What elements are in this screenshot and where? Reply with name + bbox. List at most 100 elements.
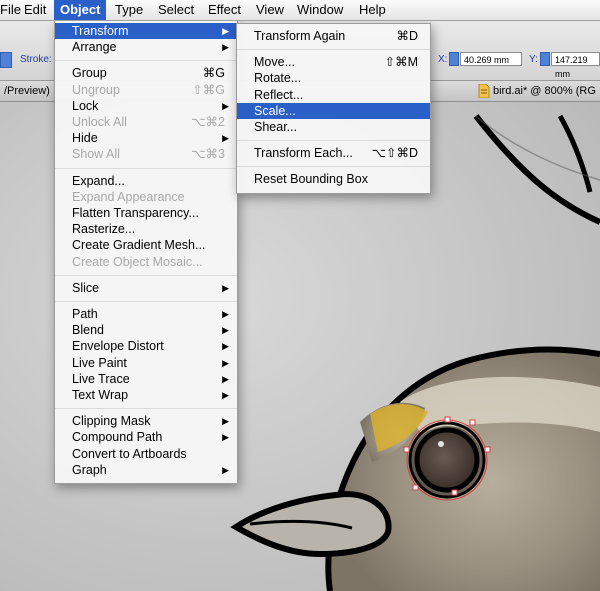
menu-object[interactable]: Object xyxy=(54,0,107,20)
menu-item-label: Path xyxy=(72,307,98,321)
object-menu-item-flatten-transparency[interactable]: Flatten Transparency... xyxy=(55,205,237,221)
menu-item-label: Reset Bounding Box xyxy=(254,172,368,187)
y-spinner-icon[interactable] xyxy=(540,52,550,66)
menu-view[interactable]: View xyxy=(256,0,284,20)
menu-item-shortcut: ⌥⇧⌘D xyxy=(371,146,418,161)
menu-item-label: Create Gradient Mesh... xyxy=(72,238,206,253)
submenu-arrow-icon: ▶ xyxy=(222,357,229,368)
menu-item-label: Rasterize... xyxy=(72,222,136,237)
transform-menu-item-reset-bounding-box[interactable]: Reset Bounding Box xyxy=(237,171,430,187)
menu-item-label: Compound Path xyxy=(72,430,163,445)
menu-separator xyxy=(237,140,430,142)
submenu-arrow-icon: ▶ xyxy=(222,432,229,443)
document-tab-previous[interactable]: /Preview) xyxy=(4,81,50,101)
document-tab-active[interactable]: bird.ai* @ 800% (RG xyxy=(493,81,596,101)
menu-bar: File Edit Object Type Select Effect View… xyxy=(0,0,600,21)
object-menu-item-lock[interactable]: Lock ▶ xyxy=(55,98,237,114)
menu-item-label: Live Trace xyxy=(72,371,130,386)
menu-item-shortcut: ⌘D xyxy=(396,29,418,43)
menu-item-label: Text Wrap xyxy=(72,388,129,402)
menu-separator xyxy=(55,408,237,410)
menu-item-shortcut: ⌥⌘2 xyxy=(191,115,225,129)
transform-menu-item-transform-again[interactable]: Transform Again ⌘D xyxy=(237,28,430,44)
menu-file[interactable]: File xyxy=(0,0,21,20)
object-menu-item-group[interactable]: Group ⌘G xyxy=(55,65,237,81)
menu-item-label: Envelope Distort xyxy=(72,339,164,354)
menu-item-label: Move... xyxy=(254,55,295,70)
menu-item-shortcut: ⇧⌘M xyxy=(384,55,418,70)
submenu-arrow-icon: ▶ xyxy=(222,100,229,111)
stroke-label: Stroke: xyxy=(20,54,52,65)
object-menu-item-live-trace[interactable]: Live Trace ▶ xyxy=(55,371,237,387)
menu-item-label: Shear... xyxy=(254,120,298,134)
object-menu-item-path[interactable]: Path ▶ xyxy=(55,306,237,322)
submenu-arrow-icon: ▶ xyxy=(222,464,229,475)
submenu-arrow-icon: ▶ xyxy=(222,26,229,36)
stroke-swatch-dropdown[interactable] xyxy=(0,52,12,68)
object-menu-item-transform[interactable]: Transform ▶ xyxy=(55,23,237,39)
menu-type[interactable]: Type xyxy=(115,0,143,20)
submenu-arrow-icon: ▶ xyxy=(222,282,229,293)
submenu-arrow-icon: ▶ xyxy=(222,42,229,53)
object-menu: Transform ▶ Arrange ▶ Group ⌘G Ungroup ⇧⌘G Lock ▶… xyxy=(54,20,238,484)
menu-select[interactable]: Select xyxy=(158,0,194,20)
menu-item-label: Expand... xyxy=(72,173,125,188)
menu-item-shortcut: ⌘G xyxy=(202,66,225,81)
menu-item-shortcut: ⌥⌘3 xyxy=(191,147,225,162)
menu-item-label: Transform Again xyxy=(254,29,346,43)
object-menu-item-convert-to-artboards[interactable]: Convert to Artboards xyxy=(55,446,237,462)
menu-item-label: Clipping Mask xyxy=(72,414,151,429)
object-menu-item-show-all: Show All ⌥⌘3 xyxy=(55,146,237,162)
submenu-arrow-icon: ▶ xyxy=(222,373,229,384)
menu-separator xyxy=(237,49,430,51)
menu-separator xyxy=(55,60,237,62)
menu-item-label: Flatten Transparency... xyxy=(72,206,199,220)
transform-menu-item-reflect[interactable]: Reflect... xyxy=(237,87,430,103)
submenu-arrow-icon: ▶ xyxy=(222,133,229,144)
menu-window[interactable]: Window xyxy=(297,0,343,20)
transform-menu-item-transform-each[interactable]: Transform Each... ⌥⇧⌘D xyxy=(237,145,430,161)
menu-separator xyxy=(55,301,237,302)
menu-effect[interactable]: Effect xyxy=(208,0,241,20)
object-menu-item-clipping-mask[interactable]: Clipping Mask ▶ xyxy=(55,413,237,429)
y-label: Y: xyxy=(529,54,538,65)
transform-menu-item-shear[interactable]: Shear... xyxy=(237,119,430,135)
object-menu-item-hide[interactable]: Hide ▶ xyxy=(55,130,237,146)
object-menu-item-unlock-all: Unlock All ⌥⌘2 xyxy=(55,114,237,130)
menu-separator xyxy=(55,167,237,169)
object-menu-item-rasterize[interactable]: Rasterize... xyxy=(55,221,237,237)
object-menu-item-live-paint[interactable]: Live Paint ▶ xyxy=(55,355,237,371)
menu-item-label: Lock xyxy=(72,98,99,113)
object-menu-item-arrange[interactable]: Arrange ▶ xyxy=(55,39,237,55)
transform-menu-item-rotate[interactable]: Rotate... xyxy=(237,70,430,86)
submenu-arrow-icon: ▶ xyxy=(222,416,229,427)
object-menu-item-text-wrap[interactable]: Text Wrap ▶ xyxy=(55,387,237,403)
transform-menu-item-scale[interactable]: Scale... xyxy=(237,102,430,119)
menu-edit[interactable]: Edit xyxy=(24,0,46,20)
submenu-arrow-icon: ▶ xyxy=(222,325,229,336)
object-menu-item-expand[interactable]: Expand... xyxy=(55,173,237,189)
menu-item-label: Rotate... xyxy=(254,71,302,86)
submenu-arrow-icon: ▶ xyxy=(222,341,229,352)
submenu-arrow-icon: ▶ xyxy=(222,309,229,319)
object-menu-item-slice[interactable]: Slice ▶ xyxy=(55,280,237,296)
object-menu-item-blend[interactable]: Blend ▶ xyxy=(55,322,237,338)
menu-item-label: Transform Each... xyxy=(254,146,353,161)
x-label: X: xyxy=(438,54,448,65)
object-menu-item-graph[interactable]: Graph ▶ xyxy=(55,462,237,478)
x-spinner-icon[interactable] xyxy=(449,52,459,66)
menu-help[interactable]: Help xyxy=(359,0,386,20)
menu-item-label: Group xyxy=(72,66,107,81)
menu-item-label: Transform xyxy=(72,24,129,38)
object-menu-item-create-gradient-mesh[interactable]: Create Gradient Mesh... xyxy=(55,237,237,253)
object-menu-item-expand-appearance: Expand Appearance xyxy=(55,189,237,205)
transform-menu-item-move[interactable]: Move... ⇧⌘M xyxy=(237,54,430,70)
object-menu-item-compound-path[interactable]: Compound Path ▶ xyxy=(55,429,237,445)
x-position-field[interactable]: 40.269 mm xyxy=(460,52,522,66)
object-menu-item-envelope-distort[interactable]: Envelope Distort ▶ xyxy=(55,338,237,354)
menu-item-label: Show All xyxy=(72,147,120,162)
y-position-field[interactable]: 147.219 mm xyxy=(551,52,600,79)
menu-separator xyxy=(55,274,237,276)
menu-item-label: Arrange xyxy=(72,40,117,55)
menu-item-label: Ungroup xyxy=(72,82,120,97)
